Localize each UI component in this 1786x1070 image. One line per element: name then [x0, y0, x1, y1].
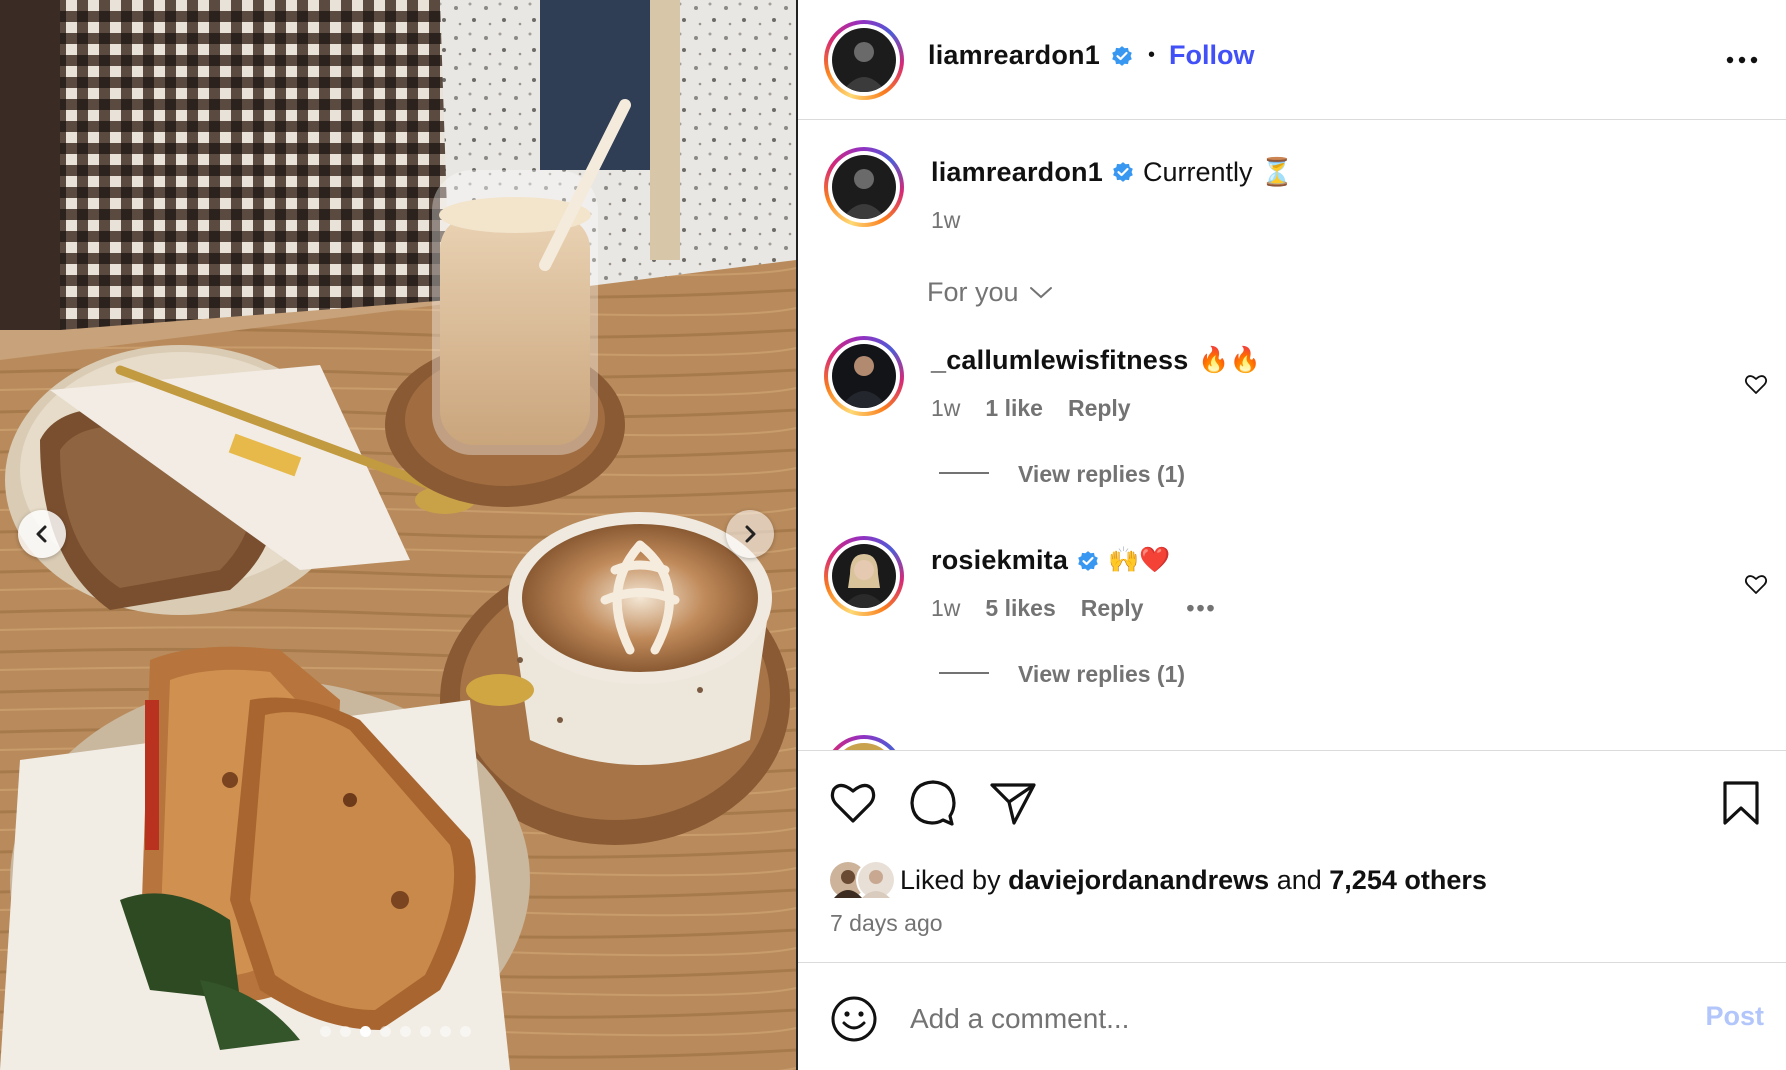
- comment-meta: 1w 1 like Reply: [931, 395, 1131, 422]
- add-comment-bar: Post: [798, 962, 1786, 1070]
- separator-dot: •: [1147, 44, 1155, 66]
- comment-sort-dropdown[interactable]: For you: [927, 277, 1053, 308]
- post-details-panel: liamreardon1 • Follow liamreardon1 Curre…: [798, 0, 1786, 1070]
- comment-line: rosiekmita 🙌❤️: [931, 545, 1170, 576]
- chevron-down-icon: [1029, 286, 1052, 298]
- verified-badge-icon: [1113, 162, 1133, 182]
- carousel-indicator: [320, 1026, 471, 1037]
- liked-by-prefix: Liked by: [900, 864, 1001, 895]
- comment-meta: 1w 5 likes Reply •••: [931, 595, 1217, 622]
- comment-username[interactable]: _callumlewisfitness: [931, 345, 1188, 376]
- heart-icon[interactable]: [828, 778, 878, 828]
- comments-section[interactable]: liamreardon1 Currently ⏳ 1w For you _cal…: [798, 121, 1786, 751]
- caption-timestamp: 1w: [931, 207, 961, 233]
- comment-timestamp: 1w: [931, 395, 961, 421]
- post-actions: Liked by daviejordanandrews and 7,254 ot…: [798, 752, 1786, 962]
- comment-text: 🔥🔥: [1198, 346, 1261, 374]
- replies-line: [939, 672, 989, 674]
- caption-line: liamreardon1 Currently ⏳: [931, 156, 1294, 188]
- heart-icon[interactable]: [1744, 373, 1768, 395]
- avatar-photo: [832, 155, 896, 219]
- post-date: 7 days ago: [830, 910, 943, 936]
- avatar-photo: [832, 28, 896, 92]
- bookmark-icon[interactable]: [1716, 778, 1766, 828]
- caption-avatar[interactable]: [824, 147, 904, 227]
- comment-likes-count[interactable]: 5 likes: [985, 595, 1055, 622]
- carousel-dot: [420, 1026, 431, 1037]
- carousel-dot: [360, 1026, 371, 1037]
- comment-likes-count[interactable]: 1 like: [985, 395, 1043, 422]
- author-username[interactable]: liamreardon1: [928, 40, 1100, 71]
- avatar-photo: [832, 544, 896, 608]
- comment-text: 🙌❤️: [1108, 546, 1171, 574]
- heart-icon[interactable]: [1744, 573, 1768, 595]
- carousel-dot: [400, 1026, 411, 1037]
- verified-badge-icon: [1078, 550, 1098, 571]
- comment-username[interactable]: rosiekmita: [931, 545, 1068, 576]
- likes-summary: Liked by daviejordanandrews and 7,254 ot…: [828, 860, 1487, 900]
- emoji-icon[interactable]: [830, 995, 878, 1043]
- view-replies-button[interactable]: View replies (1): [1018, 461, 1185, 488]
- commenter-avatar[interactable]: [824, 735, 904, 750]
- avatar-photo: [858, 862, 894, 898]
- commenter-avatar[interactable]: [824, 336, 904, 416]
- carousel-dot: [340, 1026, 351, 1037]
- liked-by-others[interactable]: 7,254 others: [1329, 865, 1487, 895]
- carousel-dot: [440, 1026, 451, 1037]
- carousel-dot: [460, 1026, 471, 1037]
- next-slide-button[interactable]: [726, 510, 774, 558]
- caption-text: Currently ⏳: [1142, 157, 1294, 187]
- view-replies-button[interactable]: View replies (1): [1018, 661, 1185, 688]
- comment-icon[interactable]: [908, 778, 958, 828]
- carousel-dot: [380, 1026, 391, 1037]
- reply-button[interactable]: Reply: [1068, 395, 1131, 422]
- comment-more-button[interactable]: •••: [1186, 595, 1216, 622]
- liker-avatars[interactable]: [828, 860, 898, 900]
- chevron-right-icon: [745, 525, 756, 543]
- verified-badge-icon: [1112, 45, 1132, 66]
- food-photo-image: [0, 0, 796, 1070]
- liked-by-user[interactable]: daviejordanandrews: [1008, 865, 1269, 895]
- avatar-photo: [832, 344, 896, 408]
- author-avatar[interactable]: [824, 20, 904, 100]
- post-photo[interactable]: [0, 0, 796, 1070]
- commenter-avatar[interactable]: [824, 536, 904, 616]
- previous-slide-button[interactable]: [18, 510, 66, 558]
- carousel-dot: [320, 1026, 331, 1037]
- send-icon[interactable]: [988, 778, 1038, 828]
- liked-by-and: and: [1276, 864, 1322, 895]
- chevron-left-icon: [36, 525, 47, 543]
- reply-button[interactable]: Reply: [1081, 595, 1144, 622]
- follow-button[interactable]: Follow: [1169, 40, 1254, 71]
- post-comment-button[interactable]: Post: [1705, 1001, 1764, 1032]
- post-header: liamreardon1 • Follow: [798, 0, 1786, 120]
- comment-input[interactable]: [910, 999, 1610, 1039]
- sort-label: For you: [927, 277, 1019, 307]
- comment-timestamp: 1w: [931, 595, 961, 621]
- comment-line: _callumlewisfitness 🔥🔥: [931, 345, 1261, 376]
- caption-username[interactable]: liamreardon1: [931, 157, 1103, 188]
- replies-line: [939, 472, 989, 474]
- more-options-icon[interactable]: [1724, 48, 1760, 72]
